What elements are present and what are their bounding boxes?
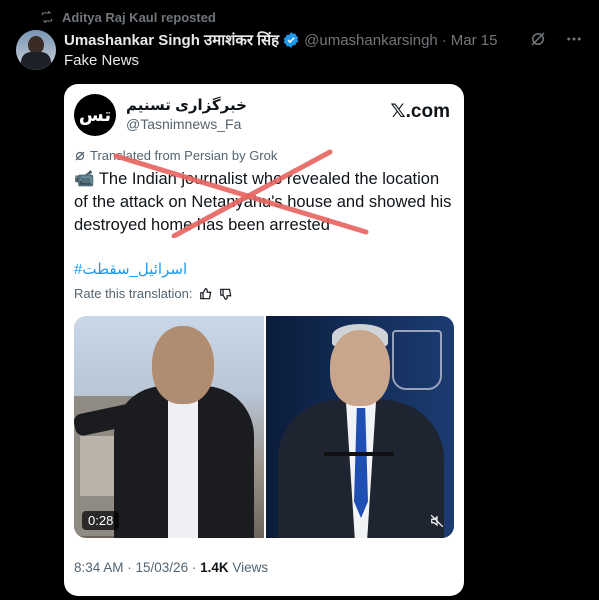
views-count: 1.4K	[200, 560, 229, 575]
hashtag-link[interactable]: #اسرائیل_سقطت	[74, 260, 187, 278]
card-body-text: 📹 The Indian journalist who revealed the…	[74, 170, 452, 234]
repost-label: Aditya Raj Kaul reposted	[62, 9, 216, 25]
display-name[interactable]: Umashankar Singh उमाशंकर सिंह	[64, 30, 279, 50]
translated-label: Translated from Persian by Grok	[74, 148, 277, 163]
thumbs-down-icon[interactable]	[219, 287, 233, 301]
grok-icon[interactable]	[529, 30, 547, 48]
media-grid[interactable]: 0:28	[74, 316, 454, 538]
post-text: Fake News	[64, 52, 140, 69]
more-icon[interactable]	[565, 30, 583, 48]
handle[interactable]: @umashankarsingh	[304, 32, 438, 49]
repost-indicator[interactable]: Aditya Raj Kaul reposted	[40, 8, 216, 26]
post-date[interactable]: Mar 15	[451, 32, 498, 49]
card-header: تس خبرگزاری تسنیم @Tasnimnews_Fa 𝕏.com	[74, 94, 450, 138]
verified-icon	[283, 32, 299, 48]
mute-icon[interactable]	[430, 514, 444, 528]
avatar[interactable]	[16, 30, 56, 70]
x-logo: 𝕏.com	[390, 101, 450, 122]
separator: ·	[441, 31, 447, 49]
quoted-screenshot[interactable]: تس خبرگزاری تسنیم @Tasnimnews_Fa 𝕏.com T…	[64, 84, 464, 596]
thumbs-up-icon[interactable]	[199, 287, 213, 301]
video-duration: 0:28	[82, 511, 120, 530]
card-timestamp: 8:34 AM · 15/03/26 · 1.4K Views	[74, 560, 269, 575]
repost-icon	[41, 10, 53, 24]
photo-thumbnail[interactable]	[266, 316, 454, 538]
card-source-name: خبرگزاری تسنیم	[126, 97, 247, 114]
tasnim-logo: تس	[74, 94, 116, 136]
grok-icon	[75, 151, 85, 160]
post-header: Umashankar Singh उमाशंकर सिंह @umashanka…	[64, 30, 587, 50]
card-source-handle: @Tasnimnews_Fa	[126, 116, 242, 132]
video-thumbnail[interactable]: 0:28	[74, 316, 264, 538]
rate-translation: Rate this translation:	[74, 286, 233, 301]
